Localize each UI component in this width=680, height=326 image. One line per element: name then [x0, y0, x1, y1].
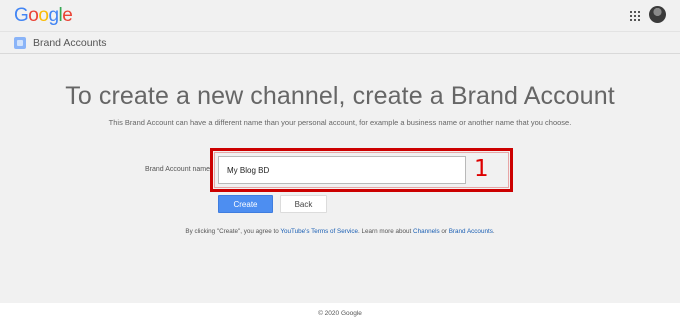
logo-letter: o [28, 5, 39, 26]
page-description: This Brand Account can have a different … [108, 118, 572, 127]
create-button[interactable]: Create [218, 195, 273, 213]
logo-letter: e [62, 5, 73, 26]
terms-text: or [439, 228, 449, 235]
copyright-text: © 2020 Google [318, 310, 362, 317]
footer: © 2020 Google [0, 303, 680, 326]
page-section-title: Brand Accounts [33, 37, 107, 49]
terms-of-service-link[interactable]: YouTube's Terms of Service [280, 228, 358, 235]
terms-notice: By clicking "Create", you agree to YouTu… [0, 228, 680, 235]
brand-account-name-input[interactable] [218, 156, 466, 184]
logo-letter: g [48, 5, 59, 26]
brand-account-name-label: Brand Account name [145, 166, 210, 173]
google-logo[interactable]: Google [14, 5, 73, 27]
annotation-step-number: 1 [474, 156, 489, 182]
brand-accounts-link[interactable]: Brand Accounts [449, 228, 493, 235]
terms-text: By clicking "Create", you agree to [185, 228, 281, 235]
top-bar: Google [0, 0, 680, 30]
logo-letter: G [14, 5, 29, 26]
logo-letter: o [38, 5, 49, 26]
terms-text: . Learn more about [358, 228, 414, 235]
channels-link[interactable]: Channels [413, 228, 440, 235]
page-title: To create a new channel, create a Brand … [65, 82, 615, 110]
terms-text: . [492, 228, 495, 235]
brand-accounts-bar: Brand Accounts [0, 31, 680, 54]
brand-accounts-icon [14, 37, 26, 49]
apps-grid-icon[interactable] [630, 11, 640, 21]
back-button[interactable]: Back [280, 195, 327, 213]
avatar[interactable] [649, 6, 666, 23]
